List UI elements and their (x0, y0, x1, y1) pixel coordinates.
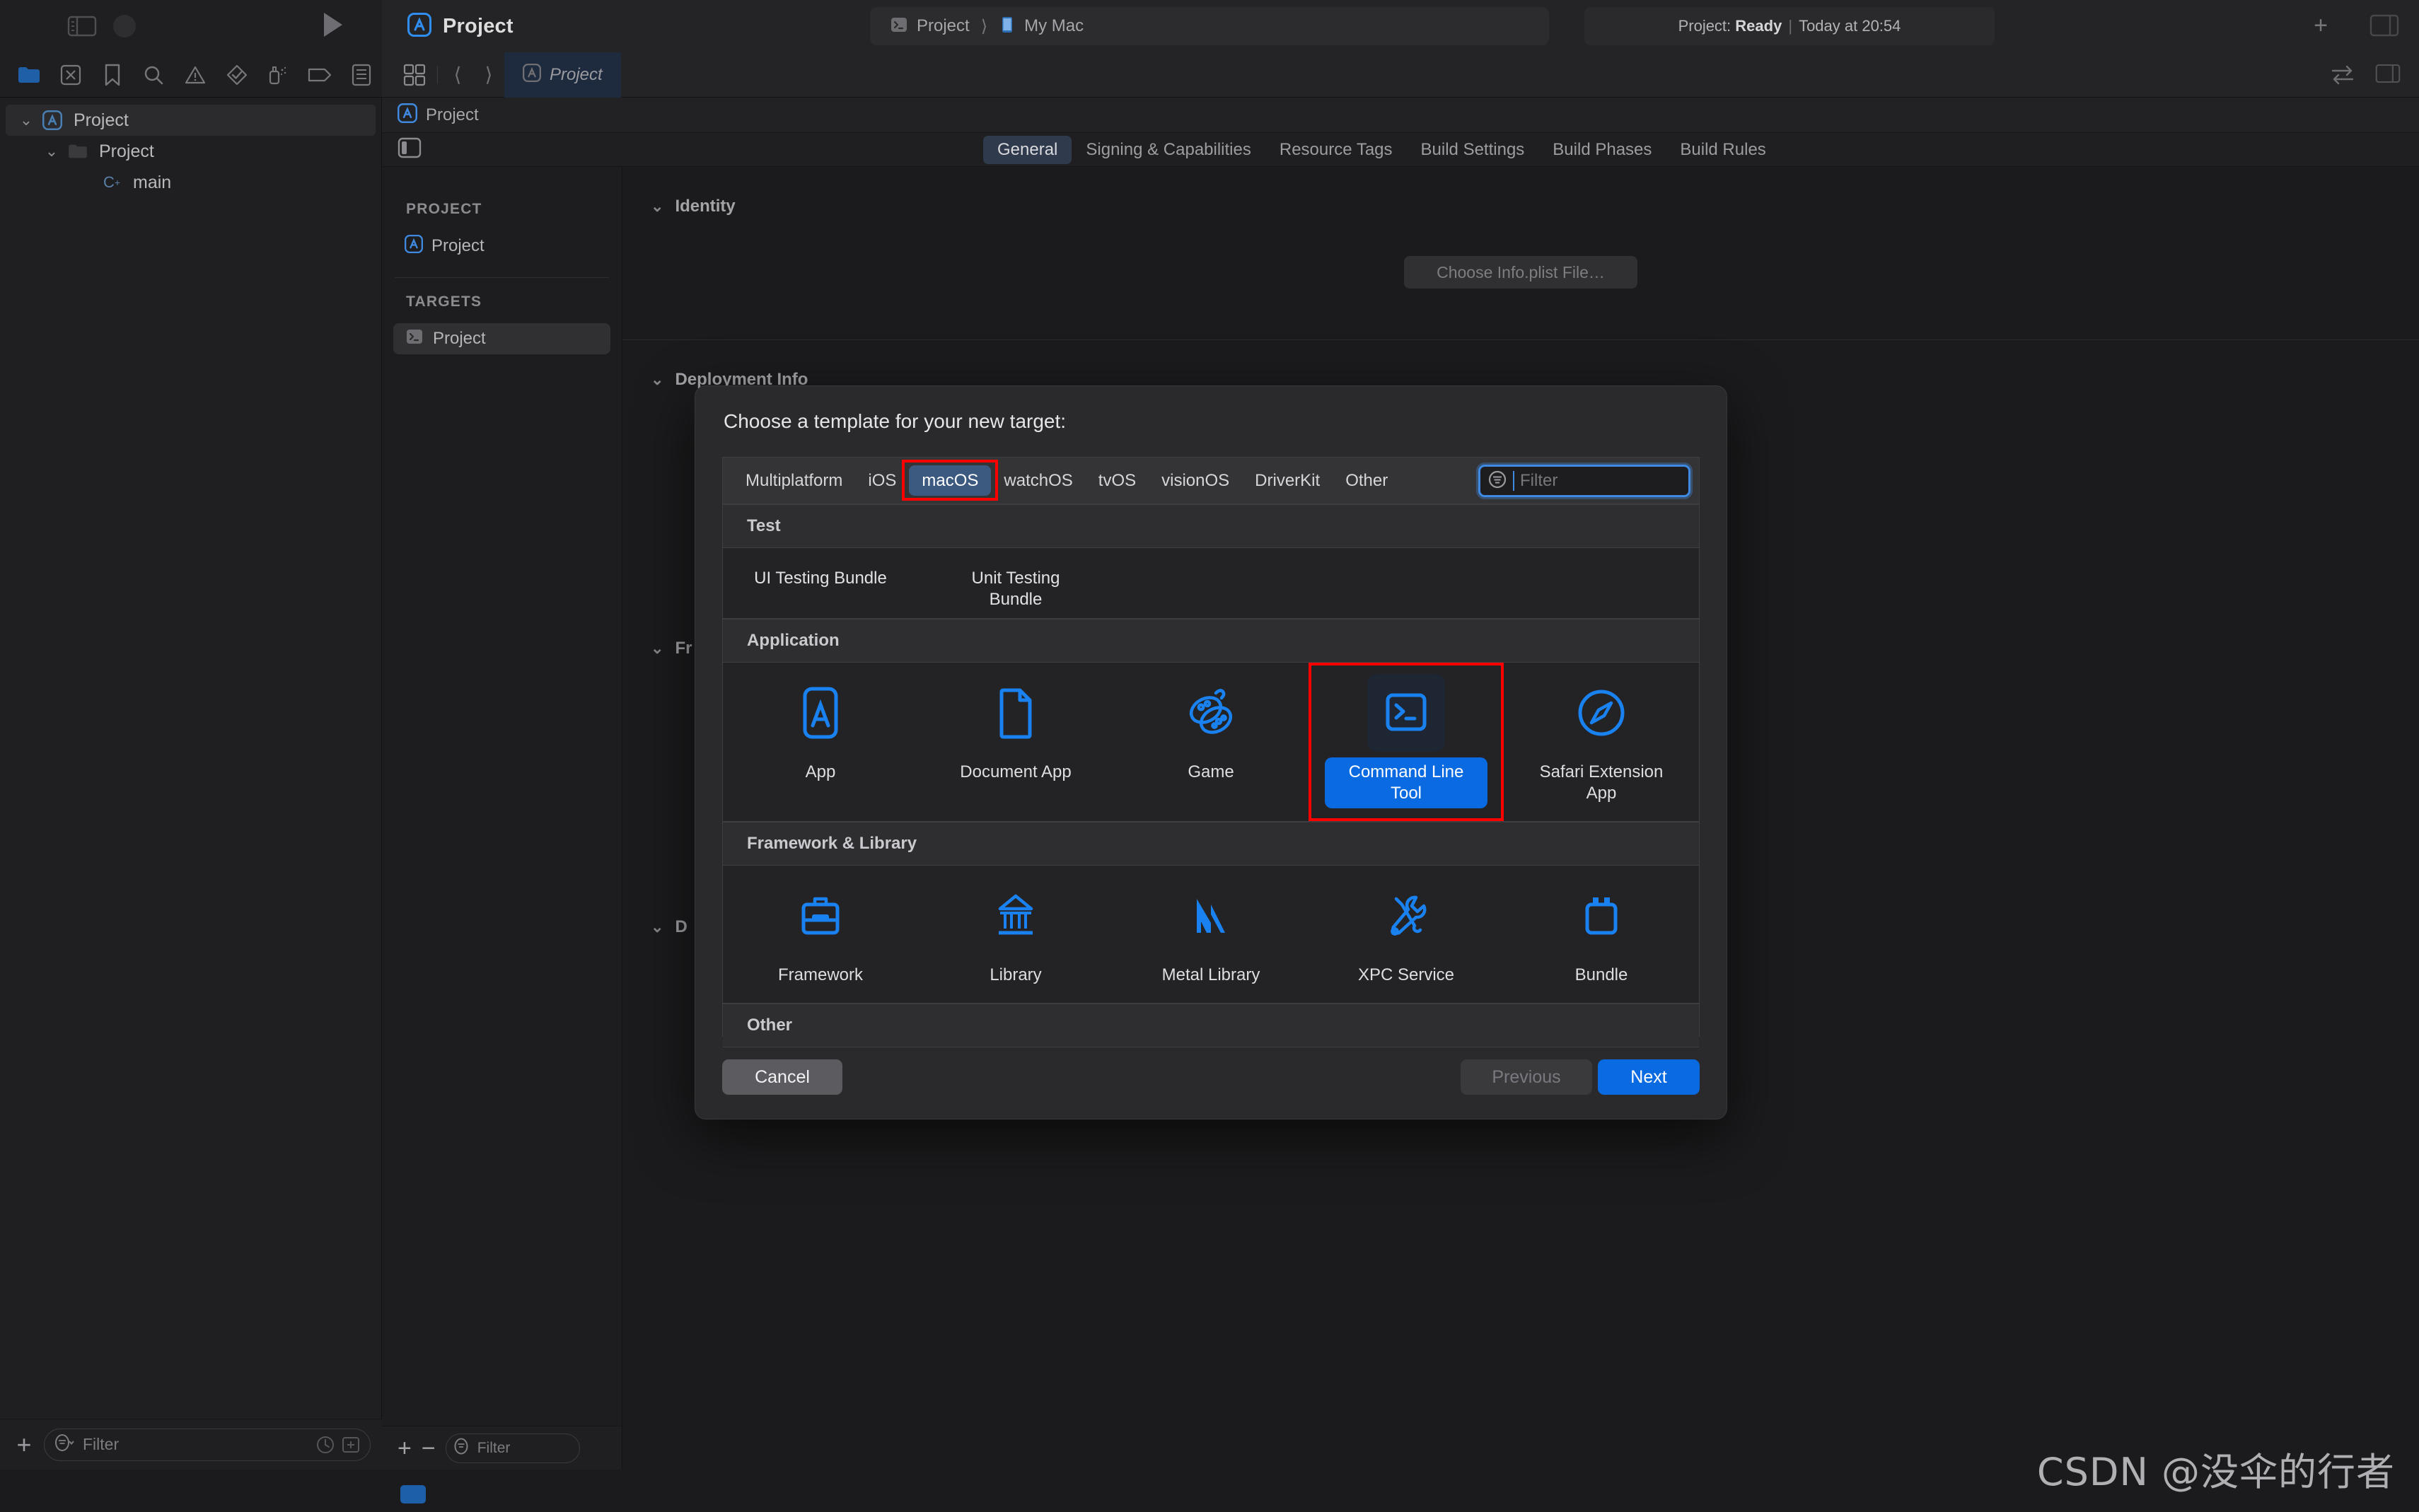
platform-tab-macos-wrap: macOS (902, 459, 999, 501)
template-section-header-framework-library: Framework & Library (723, 822, 1699, 866)
safari-compass-icon (1562, 674, 1640, 752)
template-cell-game[interactable]: Game (1113, 663, 1309, 821)
next-button[interactable]: Next (1598, 1059, 1700, 1095)
template-grid-application: App Document App Game Command Line Tool … (723, 663, 1699, 822)
modal-overlay: Choose a template for your new target: M… (0, 0, 2419, 1512)
template-cell-label: Unit Testing Bundle (971, 569, 1060, 609)
template-cell-metal-library[interactable]: Metal Library (1113, 866, 1309, 1003)
template-cell-label: UI Testing Bundle (754, 569, 887, 588)
wrench-screwdriver-icon (1367, 877, 1445, 955)
platform-tab-row: Multiplatform iOS macOS watchOS tvOS vis… (723, 458, 1699, 504)
template-cell-safari-extension-app[interactable]: Safari Extension App (1504, 663, 1699, 821)
csdn-watermark: CSDN @没伞的行者 (2036, 1450, 2395, 1494)
template-browser: Multiplatform iOS macOS watchOS tvOS vis… (722, 457, 1700, 1047)
template-cell-bundle[interactable]: Bundle (1504, 866, 1699, 1003)
template-cell-empty (1309, 548, 1504, 627)
platform-tab-ios[interactable]: iOS (855, 465, 909, 496)
metal-m-icon (1172, 877, 1250, 955)
platform-tab-macos[interactable]: macOS (909, 465, 992, 496)
template-cell-label: Framework (777, 965, 863, 984)
template-cell-empty (1504, 548, 1699, 627)
platform-tab-watchos[interactable]: watchOS (991, 465, 1085, 496)
template-cell-label: XPC Service (1357, 965, 1455, 984)
bank-columns-icon (977, 877, 1055, 955)
template-cell-ui-testing-bundle[interactable]: UI Testing Bundle (723, 548, 918, 627)
platform-tab-tvos[interactable]: tvOS (1086, 465, 1149, 496)
template-cell-label: Metal Library (1161, 965, 1260, 984)
template-cell-label: Document App (960, 762, 1072, 781)
previous-button[interactable]: Previous (1461, 1059, 1592, 1095)
choose-template-dialog: Choose a template for your new target: M… (695, 385, 1727, 1120)
filter-icon (1487, 470, 1507, 493)
document-icon (977, 674, 1055, 752)
platform-tab-multiplatform[interactable]: Multiplatform (733, 465, 855, 496)
template-cell-label: App (805, 762, 836, 781)
template-filter-placeholder: Filter (1520, 471, 1558, 490)
game-controller-icon (1172, 674, 1250, 752)
template-cell-label: Safari Extension App (1539, 762, 1664, 803)
platform-tab-visionos[interactable]: visionOS (1149, 465, 1242, 496)
template-cell-command-line-tool[interactable]: Command Line Tool (1309, 663, 1504, 821)
text-caret (1513, 471, 1514, 491)
template-cell-label: Game (1188, 762, 1234, 781)
template-cell-unit-testing-bundle[interactable]: Unit Testing Bundle (918, 548, 1113, 627)
terminal-icon (1367, 674, 1445, 752)
platform-tab-other[interactable]: Other (1333, 465, 1400, 496)
template-cell-xpc-service[interactable]: XPC Service (1309, 866, 1504, 1003)
template-grid-test: UI Testing Bundle Unit Testing Bundle (723, 548, 1699, 619)
platform-tab-driverkit[interactable]: DriverKit (1242, 465, 1333, 496)
template-cell-label: Command Line Tool (1325, 757, 1487, 808)
template-cell-label: Bundle (1574, 965, 1628, 984)
template-grid-framework-library: Framework Library Metal Library XPC Serv… (723, 866, 1699, 1004)
template-cell-empty (1113, 548, 1309, 627)
template-cell-document-app[interactable]: Document App (918, 663, 1113, 821)
app-store-icon (782, 674, 859, 752)
template-cell-framework[interactable]: Framework (723, 866, 918, 1003)
template-cell-app[interactable]: App (723, 663, 918, 821)
bundle-box-icon (1562, 877, 1640, 955)
template-section-header-test: Test (723, 504, 1699, 548)
cancel-button[interactable]: Cancel (722, 1059, 842, 1095)
template-cell-label: Library (990, 965, 1042, 984)
dialog-title: Choose a template for your new target: (724, 410, 1067, 432)
template-cell-library[interactable]: Library (918, 866, 1113, 1003)
dialog-footer: Cancel Previous Next (695, 1035, 1727, 1119)
template-filter-input[interactable]: Filter (1478, 465, 1690, 497)
toolbox-icon (782, 877, 859, 955)
